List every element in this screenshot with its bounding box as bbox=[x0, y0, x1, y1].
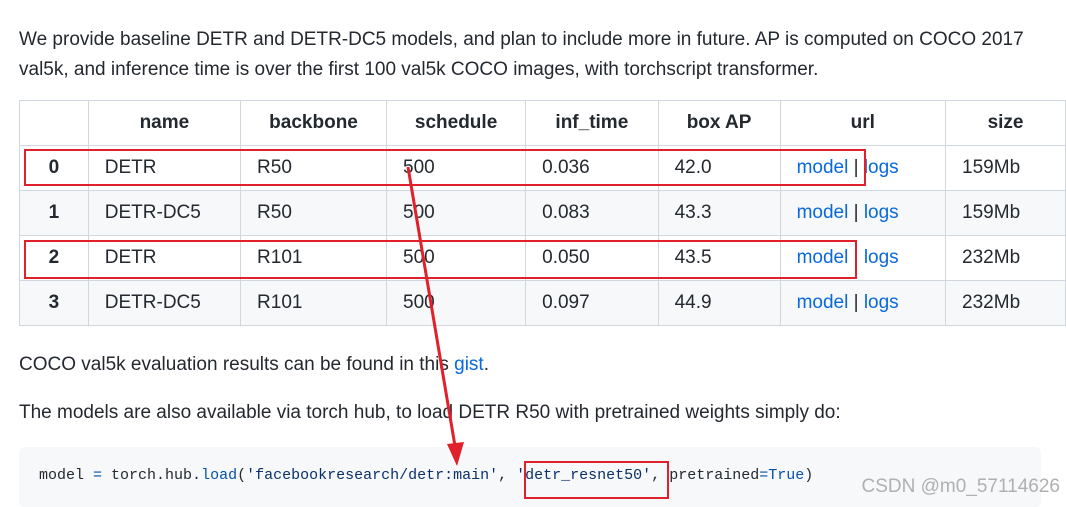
row-backbone: R50 bbox=[240, 145, 388, 191]
row-schedule: 500 bbox=[386, 280, 527, 326]
row-box-ap: 43.3 bbox=[657, 190, 781, 236]
row-box-ap: 42.0 bbox=[657, 145, 781, 191]
row-inf-time: 0.083 bbox=[525, 190, 659, 236]
row-size: 159Mb bbox=[945, 190, 1066, 236]
header-size: size bbox=[945, 100, 1066, 146]
code-token: 'facebookresearch/detr:main' bbox=[246, 467, 499, 484]
code-token: = bbox=[759, 467, 769, 484]
url-separator: | bbox=[848, 202, 864, 223]
model-link[interactable]: model bbox=[797, 292, 849, 313]
logs-link[interactable]: logs bbox=[864, 202, 899, 223]
row-size: 159Mb bbox=[945, 145, 1066, 191]
row-name: DETR bbox=[87, 235, 242, 281]
row-name: DETR-DC5 bbox=[87, 190, 242, 236]
code-token: ) bbox=[804, 467, 814, 484]
row-size: 232Mb bbox=[945, 235, 1066, 281]
row-index: 3 bbox=[19, 280, 89, 326]
row-backbone: R50 bbox=[240, 190, 388, 236]
header-backbone: backbone bbox=[240, 100, 388, 146]
intro-paragraph: We provide baseline DETR and DETR-DC5 mo… bbox=[19, 29, 1024, 80]
gist-period: . bbox=[483, 354, 489, 375]
row-schedule: 500 bbox=[386, 235, 527, 281]
header-url: url bbox=[779, 100, 947, 146]
model-link[interactable]: model bbox=[797, 202, 849, 223]
model-link[interactable]: model bbox=[797, 247, 849, 268]
row-schedule: 500 bbox=[386, 145, 527, 191]
gist-text: COCO val5k evaluation results can be fou… bbox=[19, 354, 455, 375]
row-backbone: R101 bbox=[240, 235, 388, 281]
row-name: DETR bbox=[87, 145, 242, 191]
logs-link[interactable]: logs bbox=[864, 292, 899, 313]
gist-link[interactable]: gist bbox=[454, 354, 484, 375]
gist-paragraph: COCO val5k evaluation results can be fou… bbox=[19, 350, 1054, 380]
table-row: 0 DETR R50 500 0.036 42.0 model | logs 1… bbox=[19, 145, 1066, 191]
code-token: , bbox=[498, 467, 517, 484]
row-inf-time: 0.050 bbox=[525, 235, 659, 281]
row-schedule: 500 bbox=[386, 190, 527, 236]
row-inf-time: 0.097 bbox=[525, 280, 659, 326]
row-url: model | logs bbox=[779, 280, 947, 326]
code-token: load bbox=[201, 467, 238, 484]
table-row: 2 DETR R101 500 0.050 43.5 model | logs … bbox=[19, 235, 1066, 281]
logs-link[interactable]: logs bbox=[864, 157, 899, 178]
table-header-row: name backbone schedule inf_time box AP u… bbox=[19, 100, 1066, 146]
header-box-ap: box AP bbox=[657, 100, 781, 146]
header-schedule: schedule bbox=[386, 100, 527, 146]
url-separator: | bbox=[848, 292, 864, 313]
hub-paragraph: The models are also available via torch … bbox=[19, 402, 841, 423]
row-index: 1 bbox=[19, 190, 89, 236]
row-index: 0 bbox=[19, 145, 89, 191]
header-name: name bbox=[87, 100, 242, 146]
row-backbone: R101 bbox=[240, 280, 388, 326]
row-size: 232Mb bbox=[945, 280, 1066, 326]
row-index: 2 bbox=[19, 235, 89, 281]
row-url: model | logs bbox=[779, 145, 947, 191]
watermark: CSDN @m0_57114626 bbox=[861, 476, 1061, 497]
header-inf-time: inf_time bbox=[525, 100, 659, 146]
header-index bbox=[19, 100, 89, 146]
row-url: model | logs bbox=[779, 190, 947, 236]
code-token: 'detr_resnet50' bbox=[516, 467, 652, 484]
row-name: DETR-DC5 bbox=[87, 280, 242, 326]
row-url: model | logs bbox=[779, 235, 947, 281]
table-row: 1 DETR-DC5 R50 500 0.083 43.3 model | lo… bbox=[19, 190, 1066, 236]
table-row: 3 DETR-DC5 R101 500 0.097 44.9 model | l… bbox=[19, 280, 1066, 326]
url-separator: | bbox=[848, 247, 864, 268]
code-token: , pretrained bbox=[651, 467, 760, 484]
code-token: ( bbox=[237, 467, 247, 484]
code-token: model bbox=[39, 467, 94, 484]
code-token: = bbox=[93, 467, 103, 484]
code-token: True bbox=[768, 467, 805, 484]
models-table: name backbone schedule inf_time box AP u… bbox=[19, 100, 1066, 326]
row-box-ap: 43.5 bbox=[657, 235, 781, 281]
model-link[interactable]: model bbox=[797, 157, 849, 178]
row-inf-time: 0.036 bbox=[525, 145, 659, 191]
logs-link[interactable]: logs bbox=[864, 247, 899, 268]
row-box-ap: 44.9 bbox=[657, 280, 781, 326]
code-token: torch.hub. bbox=[102, 467, 202, 484]
url-separator: | bbox=[848, 157, 864, 178]
